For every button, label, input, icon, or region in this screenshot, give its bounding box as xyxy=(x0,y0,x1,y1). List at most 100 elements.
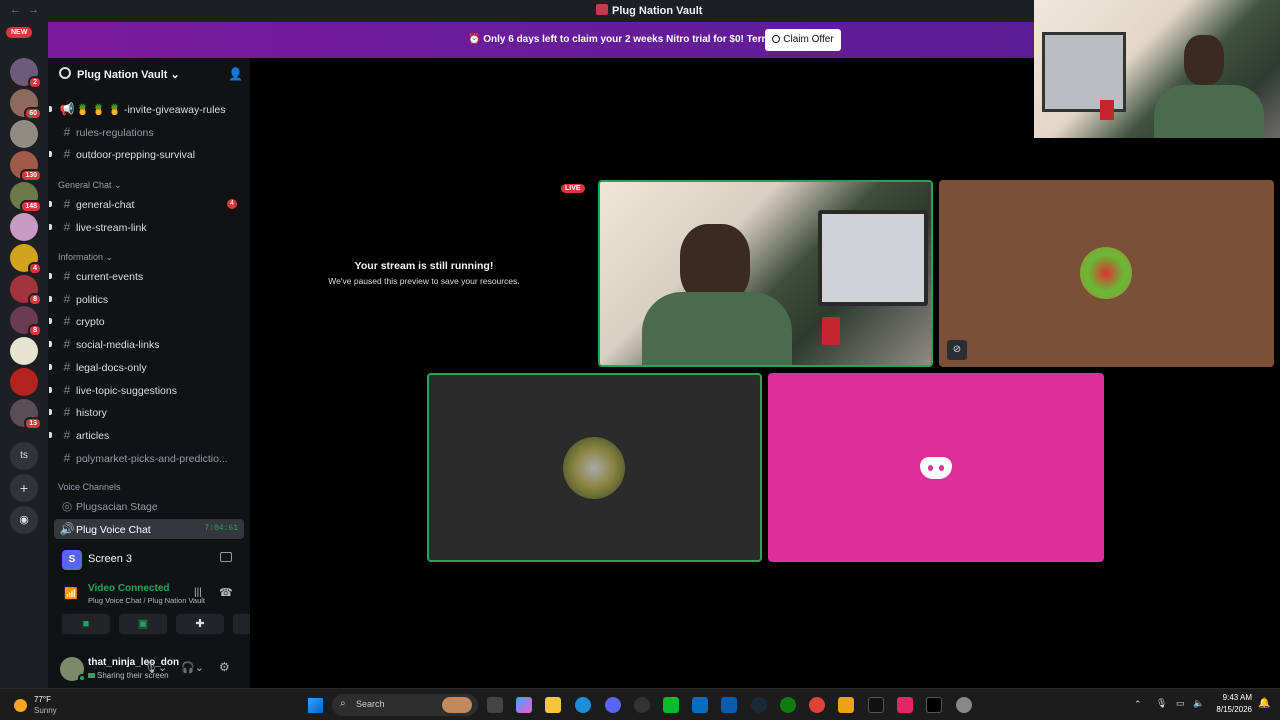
forward-icon[interactable]: → xyxy=(28,4,39,16)
clock-date[interactable]: 8/15/2026 xyxy=(1212,705,1252,714)
server-icon-7[interactable]: 4 xyxy=(10,244,42,275)
mention-badge: 4 xyxy=(227,199,237,209)
microphone-icon[interactable]: 🎙⌄ xyxy=(144,661,167,674)
rockstar-icon[interactable] xyxy=(838,697,854,713)
channel-crypto[interactable]: # crypto xyxy=(49,311,244,331)
headphones-icon[interactable]: 🎧⌄ xyxy=(181,661,204,674)
category-general-chat[interactable]: General Chat ⌄ xyxy=(58,180,122,191)
server-icon-5[interactable]: 148 xyxy=(10,182,42,213)
channel-history[interactable]: # history xyxy=(49,402,244,422)
hash-icon: # xyxy=(63,382,71,397)
nitro-icon xyxy=(772,35,781,43)
channel-articles[interactable]: # articles xyxy=(49,425,244,445)
xbox-icon[interactable] xyxy=(780,697,796,713)
taskbar-search[interactable]: ⌕ Search xyxy=(332,694,478,716)
server-icon-1[interactable]: 2 xyxy=(10,58,42,89)
participant-tile-4[interactable] xyxy=(768,373,1104,562)
voice-chat-label: Plug Voice Chat xyxy=(76,524,151,536)
file-explorer-icon[interactable] xyxy=(545,697,561,713)
guild-boost-icon xyxy=(59,67,71,79)
notification-icon[interactable]: 🔔 xyxy=(1258,698,1270,709)
server-icon-10[interactable] xyxy=(10,337,38,365)
channel-social-media-links[interactable]: # social-media-links xyxy=(49,334,244,354)
channel-outdoor-prepping-survival[interactable]: # outdoor-prepping-survival xyxy=(49,144,244,164)
channel-legal-docs-only[interactable]: # legal-docs-only xyxy=(49,357,244,377)
overlay-shirt-image xyxy=(1154,85,1264,138)
server-mention-badge: 8 xyxy=(28,324,42,337)
participant-tile-2[interactable]: ⊘ xyxy=(939,180,1274,367)
guild-header[interactable]: Plug Nation Vault ⌄ 👤 xyxy=(48,58,250,90)
screen-share-button[interactable]: ▣ xyxy=(119,614,167,634)
voice-location[interactable]: Plug Voice Chat / Plug Nation Vault xyxy=(88,596,205,605)
voice-channel-plug[interactable]: 🔊 Plug Voice Chat 7:04:61 xyxy=(54,519,244,539)
channel-politics[interactable]: # politics xyxy=(49,289,244,309)
stop-stream-icon[interactable] xyxy=(220,552,232,562)
category-voice-channels[interactable]: Voice Channels xyxy=(58,482,121,492)
weather-sun-icon[interactable] xyxy=(14,699,27,712)
server-icon-8[interactable]: 8 xyxy=(10,275,42,306)
server-mention-badge: 2 xyxy=(28,76,42,89)
channel-live-stream-link[interactable]: # live-stream-link xyxy=(49,217,244,237)
activities-button[interactable]: ✚ xyxy=(176,614,224,634)
discord-taskbar-icon[interactable] xyxy=(605,697,621,713)
channel-invite-giveaway-rules[interactable]: 📢 🍍 🍍 🍍 -invite-giveaway-rules xyxy=(49,99,244,119)
server-icon-12[interactable]: 13 xyxy=(10,399,42,430)
app-icon-a[interactable] xyxy=(663,697,679,713)
steam-icon[interactable] xyxy=(751,697,767,713)
edge-icon[interactable] xyxy=(575,697,591,713)
voice-channel-stage[interactable]: ◎ Plugsacian Stage xyxy=(54,496,244,516)
channel-label: politics xyxy=(76,293,109,306)
camera-button[interactable]: ■ xyxy=(62,614,110,634)
noise-suppression-icon[interactable]: ||| xyxy=(194,587,202,598)
task-view-icon[interactable] xyxy=(487,697,503,713)
live-badge: LIVE xyxy=(561,184,585,193)
app-icon-store[interactable] xyxy=(692,697,708,713)
tiktok-icon[interactable] xyxy=(926,697,942,713)
disconnect-icon[interactable]: ☎ xyxy=(219,586,233,599)
tray-chevron-icon[interactable]: ⌃ xyxy=(1134,699,1142,710)
channel-general-chat[interactable]: # general-chat 4 xyxy=(49,194,244,214)
unread-indicator xyxy=(49,273,52,279)
server-icon-3[interactable] xyxy=(10,120,38,148)
tray-mic-icon[interactable]: 🎙 xyxy=(1156,698,1167,709)
server-icon-ts[interactable]: ts xyxy=(10,442,38,470)
chrome-icon[interactable] xyxy=(809,697,825,713)
participant-tile-3[interactable] xyxy=(427,373,762,562)
windows-start-icon[interactable] xyxy=(308,698,323,713)
server-icon-2[interactable]: 60 xyxy=(10,89,42,120)
server-icon-11[interactable] xyxy=(10,368,38,396)
weather-temp[interactable]: 77°F xyxy=(34,695,51,704)
muted-mic-icon: ⊘ xyxy=(947,340,967,360)
server-icon-4[interactable]: 130 xyxy=(10,151,42,182)
call-of-duty-icon[interactable] xyxy=(868,697,884,713)
outlook-icon[interactable] xyxy=(721,697,737,713)
channel-live-topic-suggestions[interactable]: # live-topic-suggestions xyxy=(49,380,244,400)
channel-polymarket-picks-and-predictio[interactable]: # polymarket-picks-and-predictio... xyxy=(54,448,244,468)
back-icon[interactable]: ← xyxy=(10,4,21,16)
category-information[interactable]: Information ⌄ xyxy=(58,252,113,263)
speaker-icon: 🔊 xyxy=(59,522,75,536)
hash-icon: # xyxy=(63,359,71,374)
channel-current-events[interactable]: # current-events xyxy=(49,266,244,286)
volume-icon[interactable]: 🔈 xyxy=(1193,698,1204,709)
voice-stage-label: Plugsacian Stage xyxy=(76,501,158,513)
obs-icon[interactable] xyxy=(634,697,650,713)
server-icon-9[interactable]: 8 xyxy=(10,306,42,337)
copilot-icon[interactable] xyxy=(516,697,532,713)
screen-share-panel: S Screen 3 xyxy=(48,544,250,574)
discover-icon[interactable]: ◉ xyxy=(10,506,38,534)
settings-taskbar-icon[interactable] xyxy=(956,697,972,713)
app-icon-pink[interactable] xyxy=(897,697,913,713)
clock-time[interactable]: 9:43 AM xyxy=(1220,693,1252,702)
add-server-icon[interactable]: + xyxy=(10,474,38,502)
channel-rules-regulations[interactable]: # rules-regulations xyxy=(54,122,244,142)
server-icon-6[interactable] xyxy=(10,213,38,241)
claim-offer-button[interactable]: Claim Offer xyxy=(765,29,841,51)
network-icon[interactable]: ▭ xyxy=(1176,698,1185,709)
signal-icon[interactable]: 📶 xyxy=(64,587,78,600)
new-badge[interactable]: NEW xyxy=(6,27,33,38)
banner-text: ⏰ Only 6 days left to claim your 2 weeks… xyxy=(468,34,807,45)
settings-gear-icon[interactable]: ⚙ xyxy=(219,660,230,674)
webcam-tile[interactable] xyxy=(598,180,933,367)
add-member-icon[interactable]: 👤 xyxy=(228,67,243,81)
